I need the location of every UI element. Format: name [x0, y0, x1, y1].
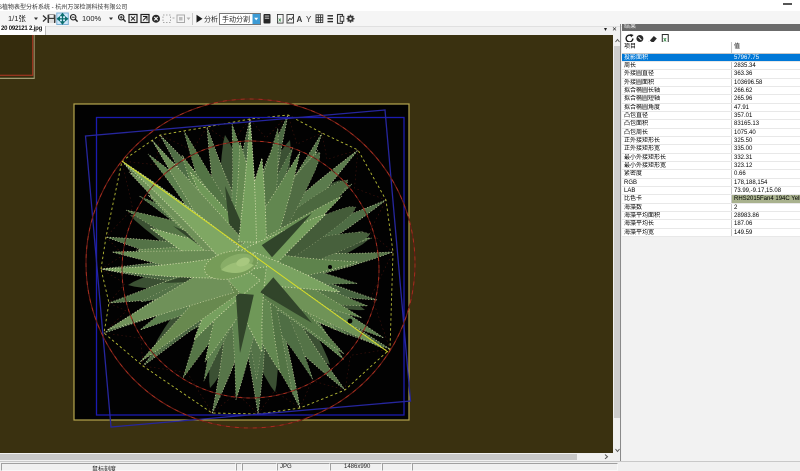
- svg-text:Y: Y: [306, 15, 312, 24]
- svg-text:1/1张: 1/1张: [8, 14, 26, 23]
- svg-text:分析: 分析: [204, 15, 218, 24]
- svg-text:手动分割: 手动分割: [222, 15, 250, 24]
- svg-text:100%: 100%: [82, 14, 102, 23]
- svg-text:A: A: [297, 15, 303, 24]
